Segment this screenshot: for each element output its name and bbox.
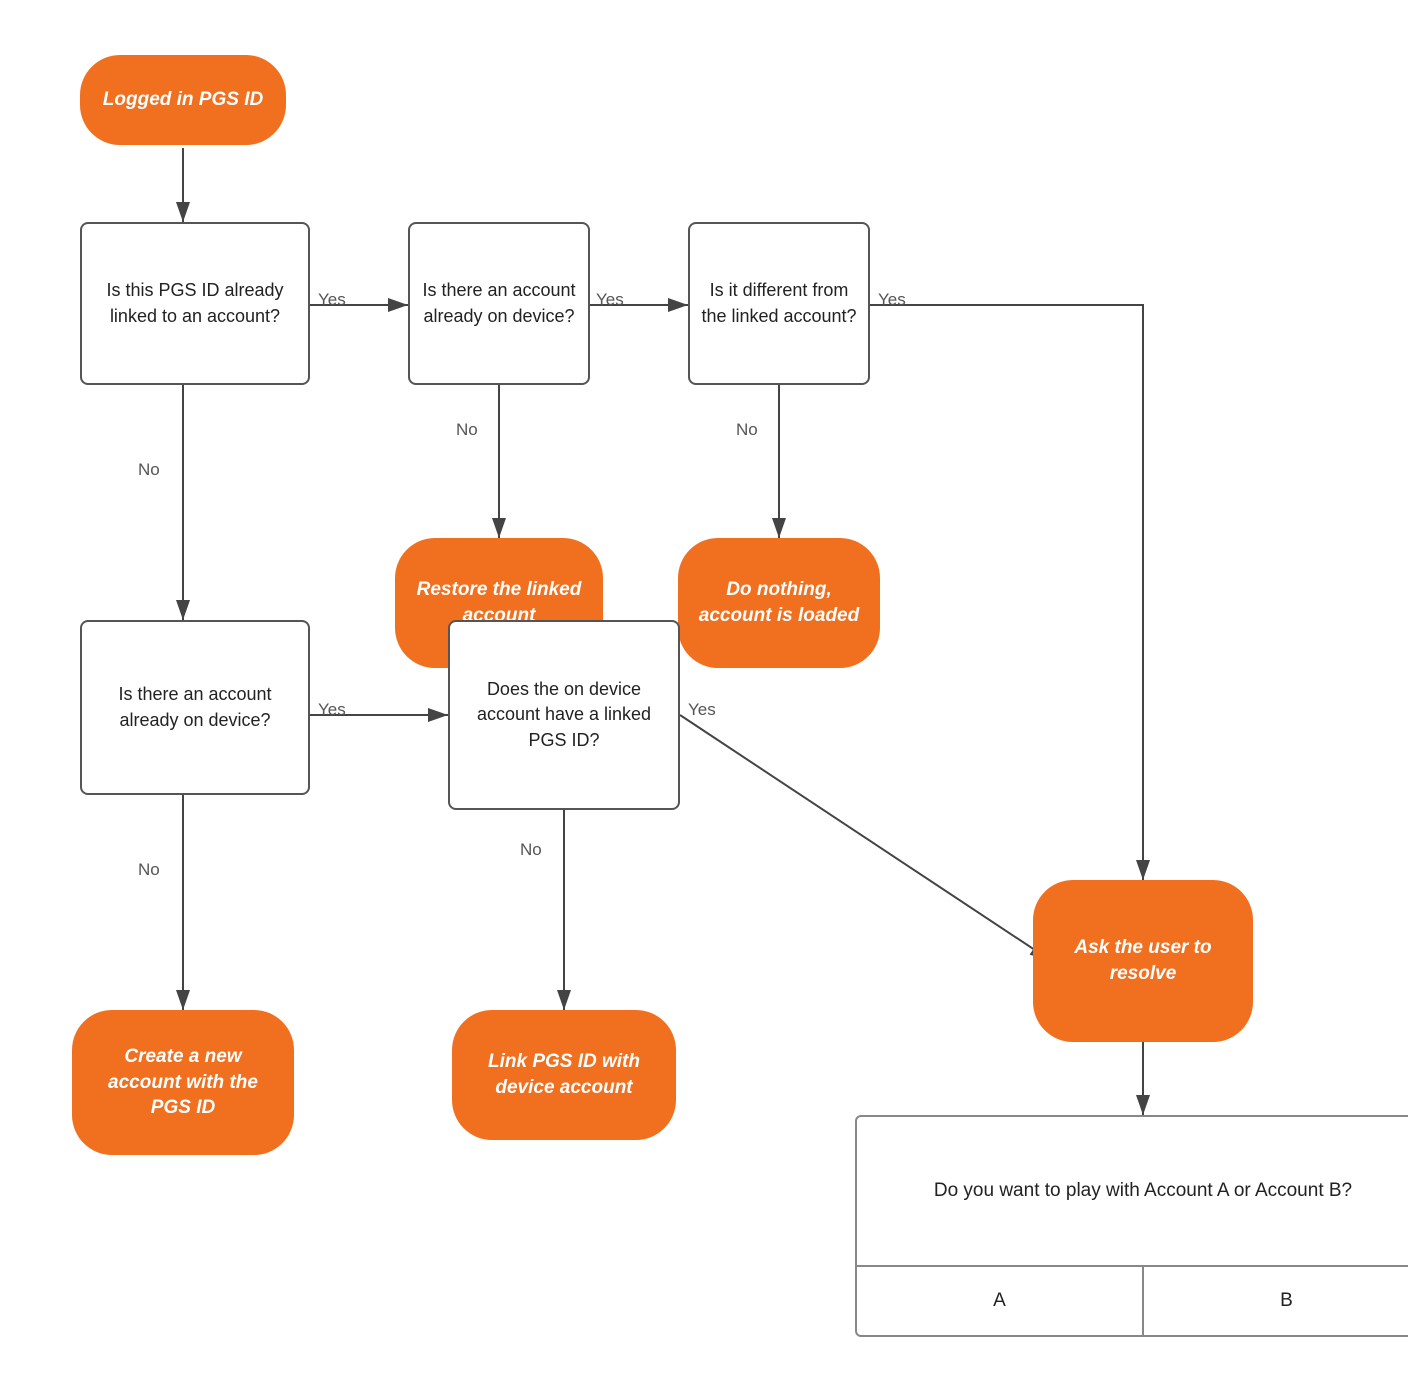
label-yes4: Yes xyxy=(318,700,346,720)
label-no5: No xyxy=(520,840,542,860)
q3-node: Is it different from the linked account? xyxy=(688,222,870,385)
q5-node: Does the on device account have a linked… xyxy=(448,620,680,810)
label-no2: No xyxy=(456,420,478,440)
label-yes3: Yes xyxy=(878,290,906,310)
dialog-option-a[interactable]: A xyxy=(857,1267,1144,1335)
label-yes1: Yes xyxy=(318,290,346,310)
q1-node: Is this PGS ID already linked to an acco… xyxy=(80,222,310,385)
label-no4: No xyxy=(138,860,160,880)
flowchart-diagram: Logged in PGS ID Is this PGS ID already … xyxy=(0,0,1408,1377)
dialog-box: Do you want to play with Account A or Ac… xyxy=(855,1115,1408,1337)
label-no1: No xyxy=(138,460,160,480)
create-node: Create a new account with the PGS ID xyxy=(72,1010,294,1155)
ask-node: Ask the user to resolve xyxy=(1033,880,1253,1042)
label-yes2: Yes xyxy=(596,290,624,310)
label-yes5: Yes xyxy=(688,700,716,720)
q4-node: Is there an account already on device? xyxy=(80,620,310,795)
label-no3: No xyxy=(736,420,758,440)
q2-node: Is there an account already on device? xyxy=(408,222,590,385)
dialog-option-b[interactable]: B xyxy=(1144,1267,1408,1335)
link-node: Link PGS ID with device account xyxy=(452,1010,676,1140)
donothing-node: Do nothing, account is loaded xyxy=(678,538,880,668)
start-node: Logged in PGS ID xyxy=(80,55,286,145)
dialog-question: Do you want to play with Account A or Ac… xyxy=(857,1117,1408,1267)
